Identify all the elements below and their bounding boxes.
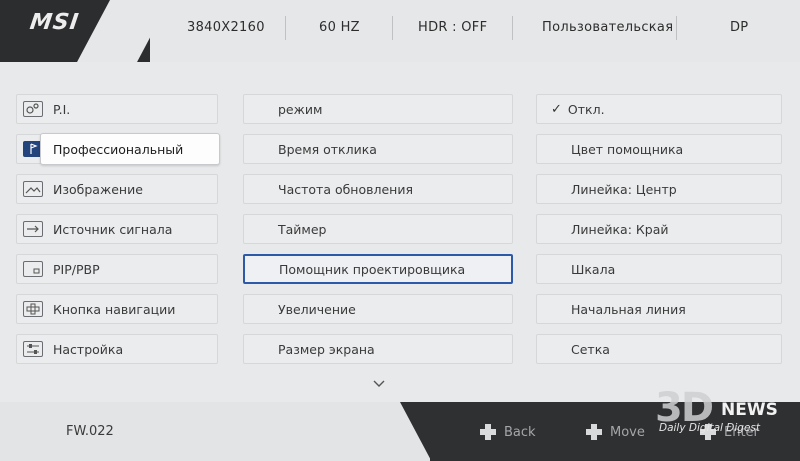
sub-menu-item-screen-size[interactable]: Размер экрана — [243, 334, 513, 364]
sub-menu-item-designer-assistant[interactable]: Помощник проектировщика — [243, 254, 513, 284]
main-menu-label: PIP/PBP — [53, 261, 100, 277]
option-label: Цвет помощника — [571, 141, 684, 157]
option-label: Начальная линия — [571, 301, 686, 317]
checkmark-icon: ✓ — [551, 101, 562, 117]
input-source-icon — [23, 221, 43, 237]
resolution-label: 3840X2160 — [187, 20, 265, 35]
main-menu-label: Источник сигнала — [53, 221, 173, 237]
sub-menu-label: Частота обновления — [278, 181, 413, 197]
dpad-icon — [586, 424, 602, 440]
settings-icon — [23, 341, 43, 357]
main-menu-label: Профессиональный — [53, 141, 184, 157]
option-item-scale[interactable]: Шкала — [536, 254, 782, 284]
option-item-baseline[interactable]: Начальная линия — [536, 294, 782, 324]
back-hint: Back — [480, 424, 536, 440]
main-menu-item-pip-pbp[interactable]: PIP/PBP — [16, 254, 218, 284]
sub-menu-label: Увеличение — [278, 301, 356, 317]
main-menu-label: Изображение — [53, 181, 143, 197]
image-icon — [23, 181, 43, 197]
option-label: Откл. — [567, 101, 605, 117]
sub-menu-item-response-time[interactable]: Время отклика — [243, 134, 513, 164]
scroll-down-chevron-icon[interactable] — [373, 378, 385, 390]
main-menu-item-pi[interactable]: P.I. — [16, 94, 218, 124]
main-menu-selected-professional[interactable]: Профессиональный — [40, 133, 220, 165]
option-label: Линейка: Край — [571, 221, 669, 237]
sub-menu-label: Таймер — [278, 221, 327, 237]
separator — [285, 16, 286, 40]
hdr-status-label: HDR : OFF — [418, 20, 488, 35]
option-item-off[interactable]: ✓ Откл. — [536, 94, 782, 124]
refresh-rate-label: 60 HZ — [319, 20, 360, 35]
main-menu-item-image[interactable]: Изображение — [16, 174, 218, 204]
watermark-news: NEWS — [721, 400, 778, 420]
main-menu-item-navigation-key[interactable]: Кнопка навигации — [16, 294, 218, 324]
option-label: Линейка: Центр — [571, 181, 677, 197]
sub-menu-label: Время отклика — [278, 141, 377, 157]
profile-label: Пользовательская — [542, 20, 674, 35]
option-item-ruler-center[interactable]: Линейка: Центр — [536, 174, 782, 204]
move-hint: Move — [586, 424, 645, 440]
option-item-assistant-color[interactable]: Цвет помощника — [536, 134, 782, 164]
sub-menu-label: Размер экрана — [278, 341, 375, 357]
watermark-tagline: Daily Digital Digest — [659, 422, 761, 434]
sub-menu-item-mode[interactable]: режим — [243, 94, 513, 124]
move-label: Move — [610, 424, 645, 440]
sub-menu-item-timer[interactable]: Таймер — [243, 214, 513, 244]
pip-icon — [23, 261, 43, 277]
main-menu-label: Кнопка навигации — [53, 301, 176, 317]
dpad-icon — [480, 424, 496, 440]
option-item-grid[interactable]: Сетка — [536, 334, 782, 364]
msi-logo: MSI — [28, 10, 81, 35]
input-source-label: DP — [730, 20, 749, 35]
separator — [512, 16, 513, 40]
navigation-key-icon — [23, 301, 43, 317]
3dnews-watermark: 3D NEWS Daily Digital Digest — [655, 388, 778, 434]
sub-menu-item-refresh-rate[interactable]: Частота обновления — [243, 174, 513, 204]
back-label: Back — [504, 424, 536, 440]
sub-menu-item-zoom[interactable]: Увеличение — [243, 294, 513, 324]
sub-menu-label: Помощник проектировщика — [279, 261, 466, 277]
firmware-version: FW.022 — [66, 424, 114, 439]
main-menu-item-settings[interactable]: Настройка — [16, 334, 218, 364]
option-label: Шкала — [571, 261, 616, 277]
pi-icon — [23, 101, 43, 117]
main-menu-label: P.I. — [53, 101, 71, 117]
separator — [392, 16, 393, 40]
option-label: Сетка — [571, 341, 610, 357]
option-item-ruler-edge[interactable]: Линейка: Край — [536, 214, 782, 244]
main-menu-item-input-source[interactable]: Источник сигнала — [16, 214, 218, 244]
main-menu-label: Настройка — [53, 341, 124, 357]
top-bar: MSI 3840X2160 60 HZ HDR : OFF Пользовате… — [0, 0, 800, 62]
separator — [676, 16, 677, 40]
sub-menu-label: режим — [278, 101, 323, 117]
